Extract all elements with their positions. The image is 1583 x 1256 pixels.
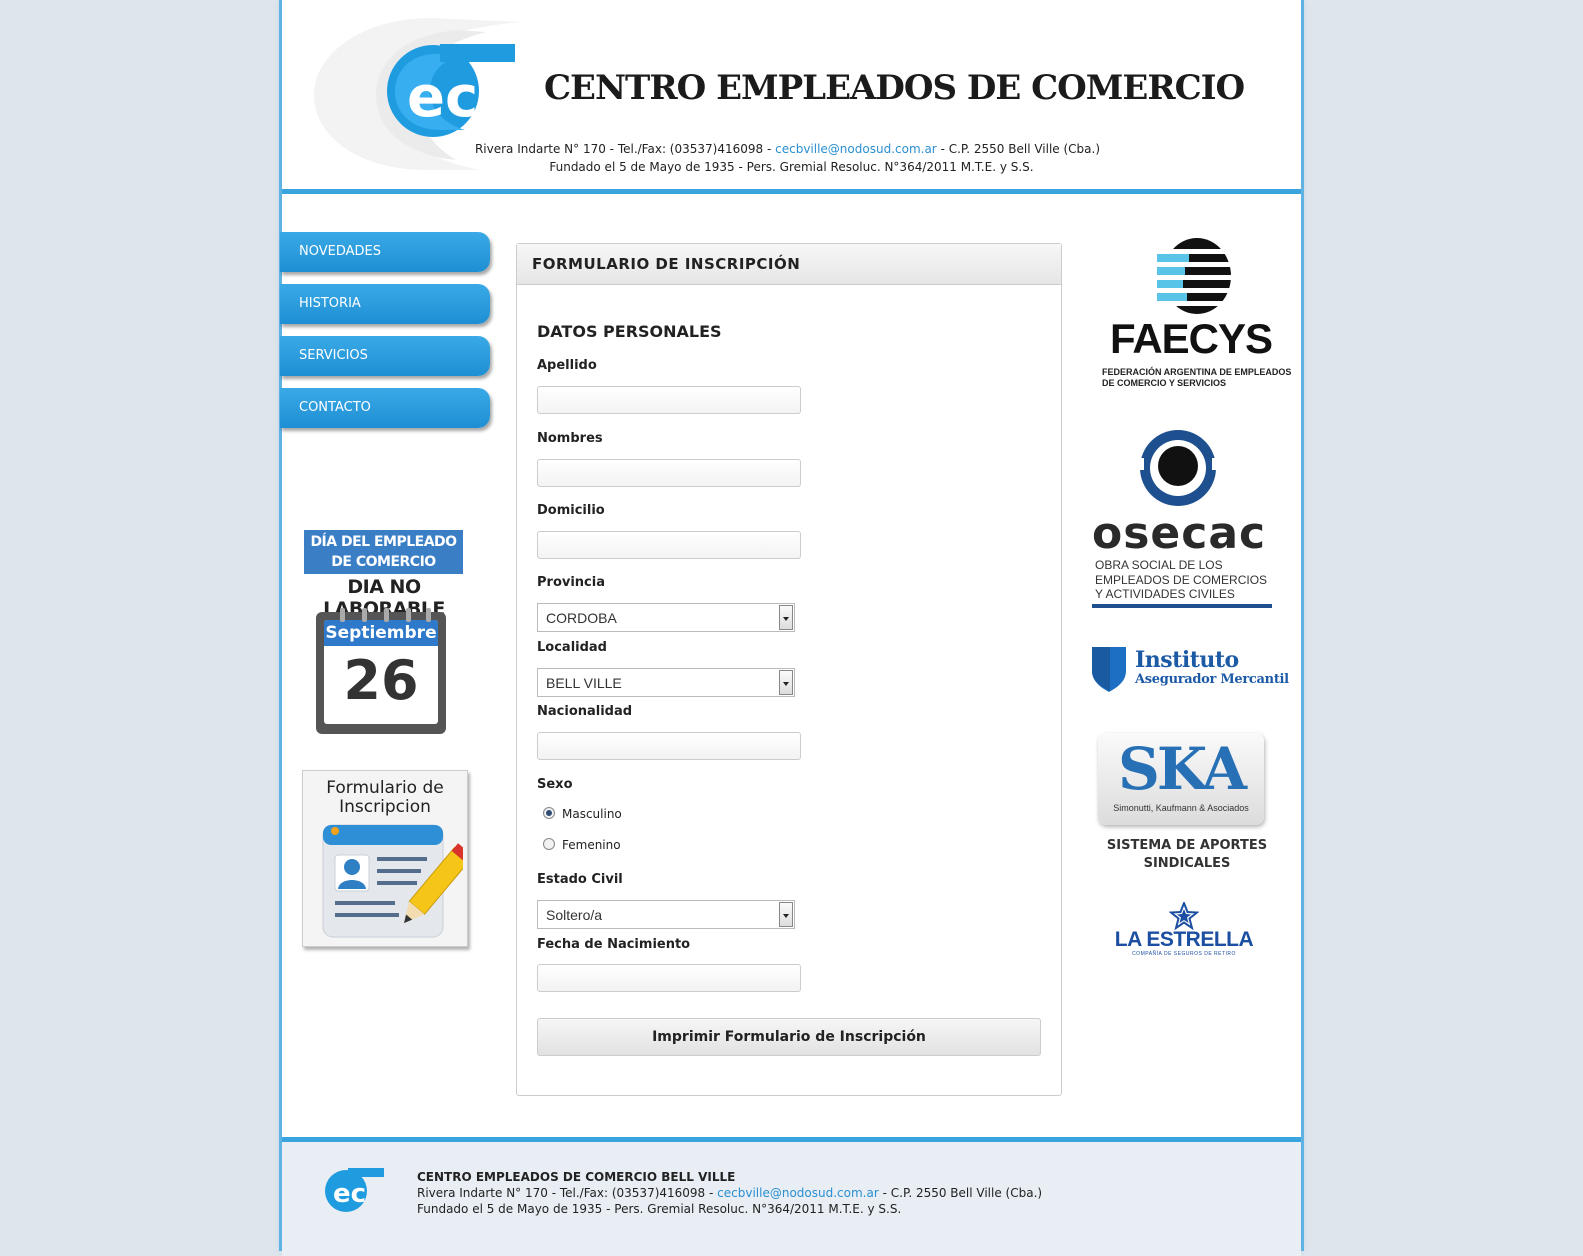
- formulario-banner-title: Formulario de Inscripcion: [303, 779, 467, 817]
- ska-logo[interactable]: SKA Simonutti, Kaufmann & Asociados: [1098, 733, 1264, 825]
- formulario-banner-line2: Inscripcion: [339, 797, 431, 817]
- fecha-nacimiento-label: Fecha de Nacimiento: [537, 937, 691, 952]
- footer-info: CENTRO EMPLEADOS DE COMERCIO BELL VILLE …: [417, 1169, 1042, 1217]
- faecys-subtitle: FEDERACIÓN ARGENTINA DE EMPLEADOS DE COM…: [1102, 367, 1291, 389]
- calendar-day: 26: [343, 649, 419, 712]
- faecys-emblem-icon: [1157, 238, 1237, 314]
- ska-subtitle: Simonutti, Kaufmann & Asociados: [1113, 803, 1249, 813]
- ska-caption: SISTEMA DE APORTES SINDICALES: [1094, 837, 1280, 873]
- id-card-pencil-icon: [322, 824, 463, 938]
- chevron-down-icon[interactable]: [779, 670, 793, 695]
- domicilio-input[interactable]: [537, 531, 801, 559]
- dia-empleado-line1: DÍA DEL EMPLEADO: [310, 534, 457, 550]
- domicilio-label: Domicilio: [537, 503, 605, 518]
- cec-logo[interactable]: ec: [385, 44, 515, 139]
- formulario-banner-line1: Formulario de: [326, 778, 444, 798]
- localidad-label: Localidad: [537, 640, 607, 655]
- radio-femenino-label: Femenino: [562, 838, 621, 852]
- ska-caption-line1: SISTEMA DE APORTES: [1106, 838, 1268, 853]
- dia-empleado-line2: DE COMERCIO: [331, 554, 436, 570]
- provincia-selected-value: CORDOBA: [546, 610, 617, 626]
- localidad-select[interactable]: BELL VILLE: [537, 668, 795, 697]
- dia-empleado-banner[interactable]: DÍA DEL EMPLEADO DE COMERCIO DIA NO LABO…: [304, 530, 464, 734]
- registration-form-panel: FORMULARIO DE INSCRIPCIÓN DATOS PERSONAL…: [516, 243, 1062, 1096]
- header-address: Rivera Indarte N° 170 - Tel./Fax: (03537…: [278, 142, 1297, 156]
- header-address-text: Rivera Indarte N° 170 - Tel./Fax: (03537…: [474, 142, 772, 156]
- fecha-nacimiento-input[interactable]: [537, 964, 801, 992]
- header-address-postal: - C.P. 2550 Bell Ville (Cba.): [940, 142, 1101, 156]
- star-icon: [1169, 902, 1199, 930]
- nacionalidad-input[interactable]: [537, 732, 801, 760]
- nacionalidad-label: Nacionalidad: [537, 704, 633, 719]
- radio-masculino-label: Masculino: [562, 807, 622, 821]
- footer-address: Rivera Indarte N° 170 - Tel./Fax: (03537…: [417, 1185, 1042, 1201]
- la-estrella-subtitle: COMPAÑÍA DE SEGUROS DE RETIRO: [1132, 951, 1236, 957]
- shield-icon: [1092, 647, 1126, 692]
- osecac-subtitle-line1: OBRA SOCIAL DE LOS: [1095, 558, 1223, 572]
- estado-civil-select[interactable]: Soltero/a: [537, 900, 795, 929]
- nav-item-novedades[interactable]: NOVEDADES: [280, 232, 490, 272]
- instituto-line2: Asegurador Mercantil: [1135, 672, 1289, 687]
- print-form-button[interactable]: Imprimir Formulario de Inscripción: [537, 1018, 1041, 1056]
- nav-item-contacto[interactable]: CONTACTO: [280, 388, 490, 428]
- osecac-name: osecac: [1092, 508, 1267, 559]
- page-container: ec CENTRO EMPLEADOS DE COMERCIO Rivera I…: [280, 0, 1301, 1256]
- footer-email-link[interactable]: cecbville@nodosud.com.ar: [717, 1186, 879, 1200]
- provincia-select[interactable]: CORDOBA: [537, 603, 795, 632]
- form-panel-title: FORMULARIO DE INSCRIPCIÓN: [517, 244, 1061, 285]
- osecac-subtitle-line2: EMPLEADOS DE COMERCIOS: [1095, 572, 1268, 587]
- formulario-inscripcion-banner[interactable]: Formulario de Inscripcion: [302, 770, 468, 947]
- instituto-asegurador-logo[interactable]: Instituto Asegurador Mercantil: [1090, 645, 1289, 695]
- footer-title: CENTRO EMPLEADOS DE COMERCIO BELL VILLE: [417, 1170, 736, 1184]
- footer-cec-logo[interactable]: ec: [324, 1168, 384, 1214]
- osecac-subtitle: OBRA SOCIAL DE LOS EMPLEADOS DE COMERCIO…: [1095, 558, 1267, 602]
- osecac-underline: [1092, 604, 1272, 608]
- provincia-label: Provincia: [537, 575, 605, 590]
- chevron-down-icon[interactable]: [779, 902, 793, 927]
- sexo-label: Sexo: [537, 777, 573, 792]
- chevron-down-icon[interactable]: [779, 605, 793, 630]
- faecys-subtitle-line2: DE COMERCIO Y SERVICIOS: [1102, 378, 1227, 388]
- osecac-subtitle-line3: Y ACTIVIDADES CIVILES: [1095, 587, 1235, 601]
- apellido-label: Apellido: [537, 358, 597, 373]
- estado-civil-label: Estado Civil: [537, 872, 623, 887]
- la-estrella-logo[interactable]: LA ESTRELLA COMPAÑÍA DE SEGUROS DE RETIR…: [1112, 902, 1256, 962]
- svg-text:ec: ec: [407, 65, 478, 130]
- calendar-icon: Septiembre 26: [316, 608, 448, 734]
- site-footer: ec CENTRO EMPLEADOS DE COMERCIO BELL VIL…: [282, 1137, 1301, 1256]
- datos-personales-title: DATOS PERSONALES: [537, 322, 722, 341]
- calendar-month: Septiembre: [324, 620, 438, 646]
- la-estrella-name: LA ESTRELLA: [1114, 928, 1254, 951]
- main-nav: NOVEDADES HISTORIA SERVICIOS CONTACTO: [280, 232, 490, 440]
- footer-address-postal: - C.P. 2550 Bell Ville (Cba.): [882, 1186, 1043, 1200]
- radio-masculino[interactable]: [543, 807, 555, 819]
- nombres-label: Nombres: [537, 431, 603, 446]
- nombres-input[interactable]: [537, 459, 801, 487]
- header-founded: Fundado el 5 de Mayo de 1935 - Pers. Gre…: [549, 160, 1034, 174]
- sexo-option-masculino[interactable]: Masculino: [543, 807, 622, 821]
- footer-founded: Fundado el 5 de Mayo de 1935 - Pers. Gre…: [417, 1202, 902, 1216]
- estado-civil-selected-value: Soltero/a: [546, 907, 603, 923]
- osecac-emblem-icon: [1130, 430, 1226, 506]
- calendar-rings: [340, 608, 431, 622]
- sexo-option-femenino[interactable]: Femenino: [543, 838, 621, 852]
- radio-femenino[interactable]: [543, 838, 555, 850]
- nav-item-historia[interactable]: HISTORIA: [280, 284, 490, 324]
- calendar-frame: Septiembre 26: [316, 612, 446, 734]
- svg-text:ec: ec: [333, 1179, 366, 1209]
- site-title: CENTRO EMPLEADOS DE COMERCIO: [544, 68, 1245, 108]
- instituto-line1: Instituto: [1135, 647, 1239, 673]
- dia-empleado-heading: DÍA DEL EMPLEADO DE COMERCIO: [304, 530, 463, 574]
- apellido-input[interactable]: [537, 386, 801, 414]
- nav-item-servicios[interactable]: SERVICIOS: [280, 336, 490, 376]
- ska-wordmark: SKA: [1118, 735, 1247, 803]
- footer-address-text: Rivera Indarte N° 170 - Tel./Fax: (03537…: [417, 1186, 714, 1200]
- ska-caption-line2: SINDICALES: [1143, 856, 1231, 871]
- header-email-link[interactable]: cecbville@nodosud.com.ar: [775, 142, 937, 156]
- localidad-selected-value: BELL VILLE: [546, 675, 622, 691]
- site-header: ec CENTRO EMPLEADOS DE COMERCIO Rivera I…: [282, 0, 1301, 194]
- faecys-name: FAECYS: [1110, 315, 1273, 362]
- faecys-subtitle-line1: FEDERACIÓN ARGENTINA DE EMPLEADOS: [1102, 367, 1292, 377]
- calendar-page: Septiembre 26: [324, 620, 438, 724]
